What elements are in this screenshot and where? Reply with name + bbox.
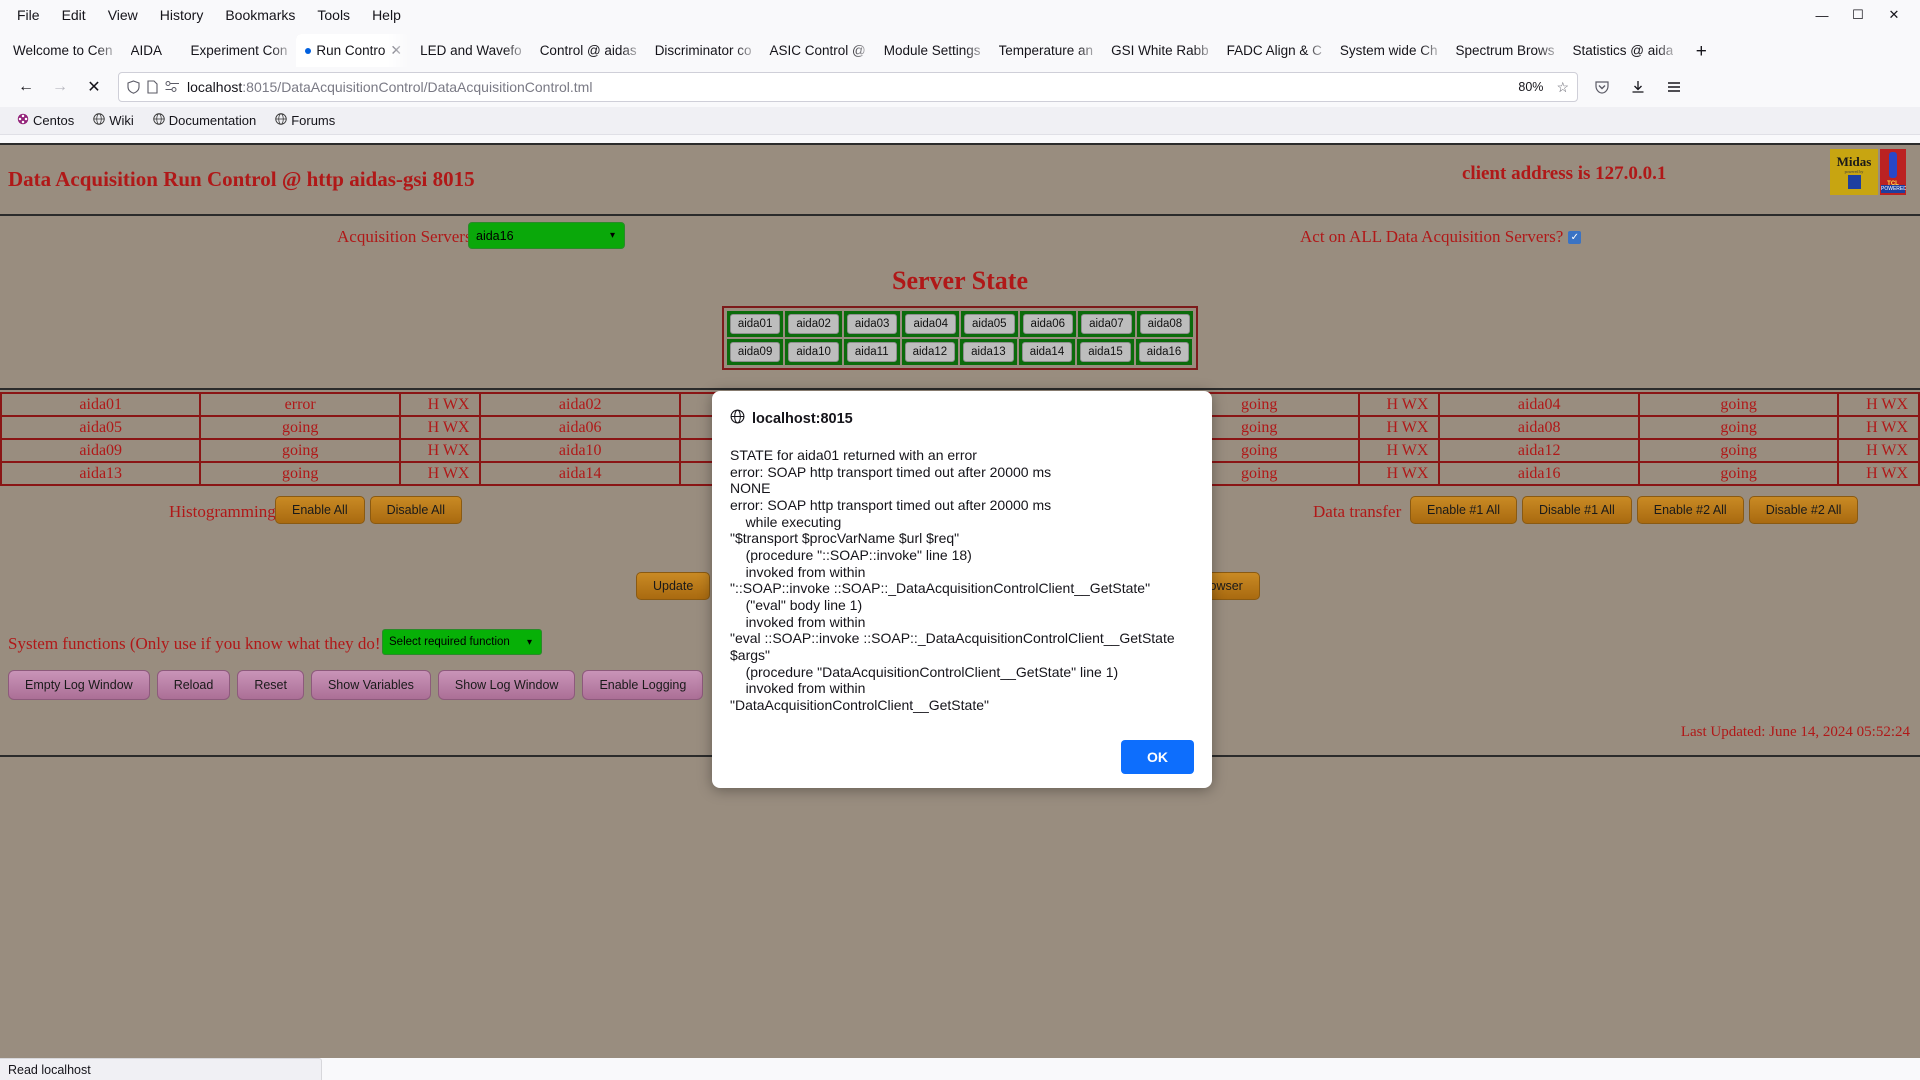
dialog-title-row: localhost:8015: [730, 409, 1194, 428]
modal-overlay: localhost:8015 STATE for aida01 returned…: [0, 0, 1920, 1080]
ok-button[interactable]: OK: [1121, 740, 1194, 774]
browser-status-bar: Read localhost: [0, 1058, 322, 1080]
alert-dialog: localhost:8015 STATE for aida01 returned…: [712, 391, 1212, 788]
dialog-origin: localhost:8015: [752, 411, 853, 427]
browser-window: File Edit View History Bookmarks Tools H…: [0, 0, 1920, 1080]
globe-icon: [730, 409, 745, 428]
dialog-message: STATE for aida01 returned with an error …: [730, 447, 1194, 714]
dialog-actions: OK: [730, 740, 1194, 774]
